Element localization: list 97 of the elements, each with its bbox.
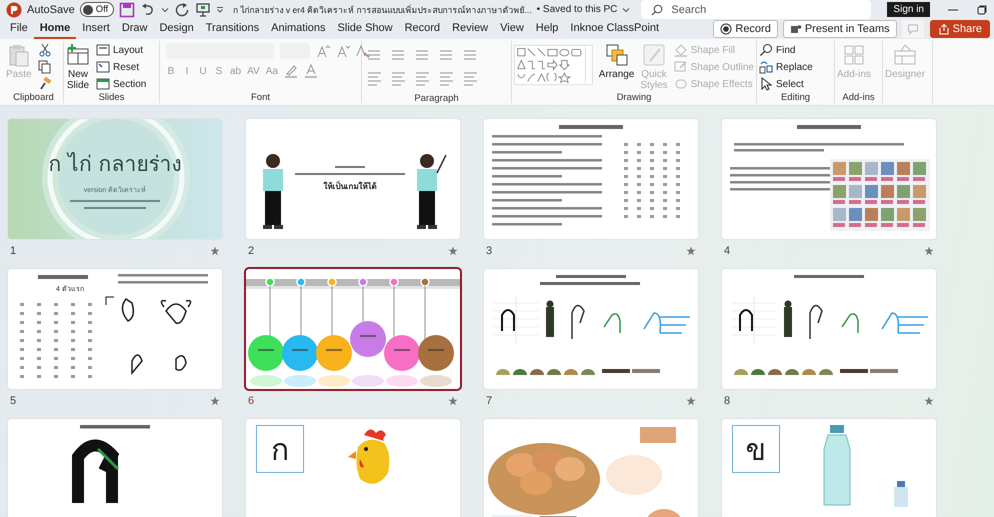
ribbon-tab[interactable]: Review (446, 19, 494, 39)
ribbon-tab[interactable]: Inknoe ClassPoint (564, 19, 666, 39)
pointer-icon (759, 77, 773, 91)
section-icon (96, 77, 110, 91)
slide-title: ก ไก่ กลายร่าง (48, 151, 182, 178)
slide-thumbnail[interactable] (484, 419, 698, 517)
search-icon (651, 4, 664, 16)
bottle-drawing (894, 481, 908, 507)
select-button[interactable]: Select (759, 77, 813, 91)
find-button[interactable]: Find (759, 43, 813, 57)
slide-number: 2 (248, 245, 254, 257)
slide-thumbnail[interactable] (484, 119, 698, 239)
save-status[interactable]: • Saved to this PC (536, 4, 618, 15)
ribbon-tab[interactable]: Record (398, 19, 446, 39)
slide-number: 4 (724, 245, 730, 257)
format-painter-icon[interactable] (38, 77, 52, 91)
group-label: Drawing (616, 92, 652, 103)
section-button[interactable]: Section (96, 77, 146, 91)
pen-icon (674, 60, 688, 74)
comment-icon (906, 23, 919, 35)
slide-number: 6 (248, 395, 254, 407)
ribbon-tab[interactable]: Insert (76, 19, 116, 39)
shape-effects-icon (674, 77, 688, 91)
new-slide-button[interactable]: New Slide (66, 43, 90, 91)
caret-icon[interactable] (622, 6, 630, 14)
letter-card: ข (732, 425, 780, 473)
designer-icon (893, 43, 918, 67)
slide-number: 7 (486, 395, 492, 407)
cut-icon[interactable] (38, 43, 52, 57)
caret-icon[interactable] (161, 6, 170, 14)
sign-in-button[interactable]: Sign in (887, 2, 930, 17)
arrange-button[interactable]: Arrange (598, 43, 634, 80)
group-label: Font (250, 92, 270, 103)
layout-button[interactable]: Layout (96, 43, 146, 57)
copy-icon[interactable] (38, 60, 52, 74)
arrange-icon (604, 43, 629, 67)
new-slide-icon (66, 43, 90, 67)
letter-card: ก (256, 425, 304, 473)
ribbon-tab[interactable]: Transitions (200, 19, 266, 39)
share-button[interactable]: Share (930, 20, 990, 38)
ribbon-tab[interactable]: Design (153, 19, 200, 39)
slide-number: 1 (10, 245, 16, 257)
app-logo-icon (6, 2, 22, 18)
slide-thumbnail[interactable] (722, 119, 936, 239)
grid-icon (842, 43, 866, 67)
paint-bucket-icon (674, 43, 688, 57)
ribbon-tab[interactable]: Slide Show (332, 19, 399, 39)
group-label: Add-ins (842, 92, 875, 103)
reset-button[interactable]: Reset (96, 60, 146, 74)
ribbon-tab[interactable]: Help (530, 19, 564, 39)
record-button[interactable]: Record (713, 20, 778, 38)
reset-icon (96, 60, 110, 74)
save-icon[interactable] (119, 2, 136, 18)
teams-icon (790, 23, 802, 35)
clear-formatting-icon[interactable] (356, 44, 370, 58)
search-input[interactable]: Search (671, 4, 862, 16)
autosave-toggle[interactable]: Off (80, 2, 114, 17)
slide-thumbnail[interactable]: ข (722, 419, 936, 517)
group-label: Clipboard (13, 92, 54, 103)
search-icon (759, 43, 773, 57)
font-size-icon[interactable] (336, 44, 350, 58)
slide-number: 8 (724, 395, 730, 407)
replace-button[interactable]: Replace (759, 60, 813, 74)
autosave-label: AutoSave (27, 4, 75, 16)
font-color-icon[interactable] (304, 64, 318, 78)
restore-icon[interactable] (976, 4, 988, 16)
quick-styles-icon (642, 43, 666, 67)
presentation-icon[interactable] (195, 2, 212, 18)
slide-thumbnail[interactable] (722, 269, 936, 389)
slide-thumbnail[interactable]: ให้เป็นเกมให้ได้ (246, 119, 460, 239)
slide-thumbnail[interactable] (8, 419, 222, 517)
group-label: Slides (98, 92, 124, 103)
slide-text: ให้เป็นเกมให้ได้ (324, 180, 376, 193)
clipboard-icon (6, 43, 31, 67)
record-icon (720, 23, 732, 35)
ribbon-tab[interactable]: File (4, 19, 34, 39)
slide-number: 5 (10, 395, 16, 407)
highlight-icon[interactable] (284, 64, 298, 78)
group-label: Editing (780, 92, 810, 103)
ribbon-tab[interactable]: Animations (265, 19, 332, 39)
customize-caret-icon[interactable] (216, 6, 224, 14)
redo-icon[interactable] (174, 2, 190, 18)
replace-icon (759, 60, 773, 74)
slide-thumbnail[interactable] (484, 269, 698, 389)
slide-thumbnail[interactable]: ก (246, 419, 460, 517)
document-title: ก ไก่กลายร่าง v er4 คิดวิเคราะห์ การสอนแบบเพิ่มประสบการณ์ทางภาษาตัวพยั... (233, 3, 532, 16)
group-label: Paragraph (414, 93, 459, 104)
present-in-teams-button[interactable]: Present in Teams (782, 20, 897, 38)
slide-number: 3 (486, 245, 492, 257)
shapes-gallery-drawing[interactable] (514, 43, 593, 87)
share-icon (938, 23, 950, 35)
slide-thumbnail[interactable] (246, 269, 460, 389)
layout-icon (96, 43, 110, 57)
font-size-icon[interactable] (316, 44, 330, 58)
search-field[interactable]: Search (641, 0, 872, 19)
ribbon-tab[interactable]: View (494, 19, 530, 39)
ribbon-tab[interactable]: Draw (116, 19, 154, 39)
